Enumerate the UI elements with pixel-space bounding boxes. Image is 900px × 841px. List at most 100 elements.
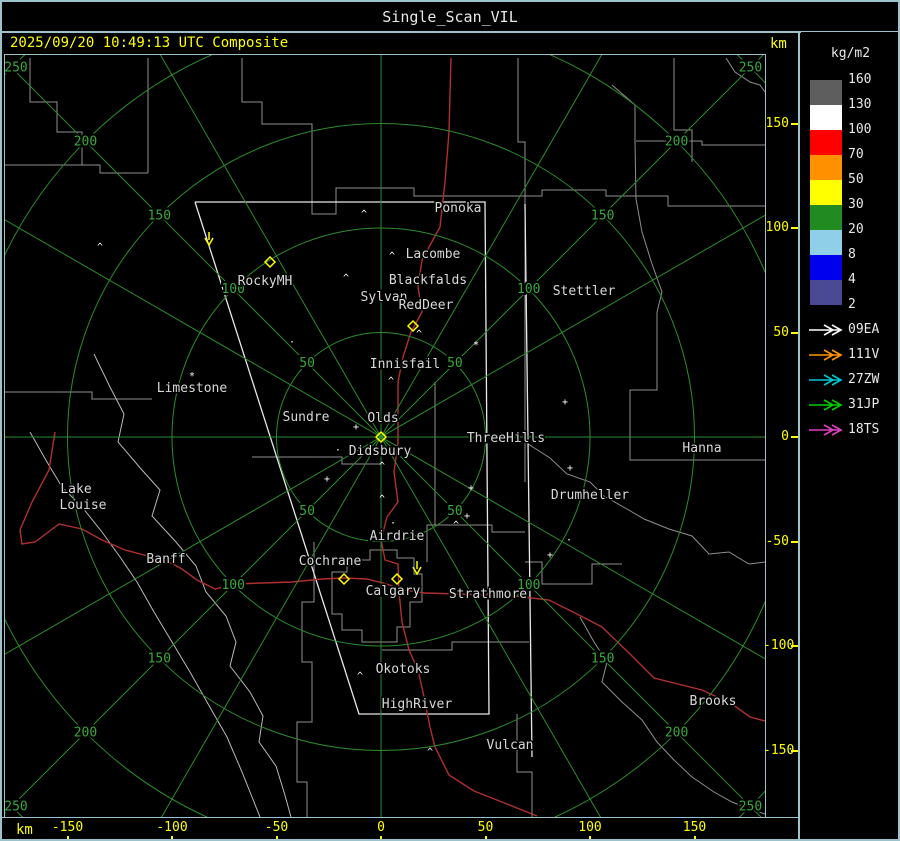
right-axis-tick <box>791 436 798 438</box>
town-marker: ^ <box>379 461 385 472</box>
legend-divider <box>798 31 800 839</box>
range-ring-label: 150 <box>591 652 614 667</box>
place-label: Blackfalds <box>389 273 467 288</box>
town-marker: + <box>547 550 553 561</box>
map-bottom-border <box>2 817 799 818</box>
right-axis-tick-label: 100 <box>765 220 789 235</box>
town-marker: ^ <box>427 747 433 758</box>
place-label: Lacombe <box>406 247 461 262</box>
bottom-axis-tick-label: -50 <box>264 820 289 835</box>
town-marker: ^ <box>453 520 459 531</box>
track-arrow-icon <box>809 399 843 411</box>
right-axis-tick <box>791 540 798 543</box>
range-ring-label: 50 <box>447 356 463 371</box>
bottom-axis-tick <box>275 836 278 839</box>
legend-threshold-label: 2 <box>848 297 856 312</box>
bottom-axis-tick <box>66 836 69 839</box>
place-label: Lake <box>60 482 91 497</box>
town-marker: + <box>324 474 330 485</box>
right-axis-tick-label: -150 <box>763 742 795 758</box>
range-ring-label: 250 <box>5 799 28 814</box>
county-boundary-line <box>516 714 533 817</box>
right-axis-tick-label: -100 <box>763 638 795 653</box>
radar-map-canvas[interactable]: 50 5050 50100 100100 100150 150150 150200 20020… <box>2 2 898 839</box>
place-label: ThreeHills <box>467 431 545 446</box>
place-label: Louise <box>60 498 107 513</box>
legend-color-swatch <box>810 80 842 105</box>
legend-threshold-label: 30 <box>848 197 864 212</box>
place-label: Hanna <box>682 441 721 456</box>
legend-unit-label: kg/m2 <box>830 46 871 61</box>
place-label: Sundre <box>283 410 330 425</box>
track-arrow-icon <box>809 374 843 386</box>
right-axis-tick <box>791 227 798 229</box>
legend-threshold-label: 70 <box>848 147 864 162</box>
legend-threshold-label: 50 <box>848 172 864 187</box>
right-axis-unit: km <box>770 36 787 52</box>
bottom-axis-tick <box>484 836 487 839</box>
bottom-axis-tick <box>380 836 382 839</box>
track-id-label: 18TS <box>848 422 880 437</box>
town-marker: ^ <box>343 273 349 284</box>
legend-color-swatch <box>810 280 842 305</box>
county-boundary-line <box>426 382 436 562</box>
legend-color-swatch <box>810 130 842 155</box>
town-marker: ^ <box>97 242 103 253</box>
town-marker: ^ <box>388 376 394 387</box>
range-ring-label: 100 <box>517 282 540 297</box>
county-boundary-line <box>517 58 526 482</box>
legend-threshold-label: 130 <box>848 97 872 112</box>
right-axis-tick <box>791 749 798 752</box>
bottom-axis-tick-label: -150 <box>51 820 84 835</box>
place-label: Banff <box>146 552 185 567</box>
place-label: Ponoka <box>435 201 482 216</box>
track-arrow-icon <box>809 349 843 361</box>
town-marker: + <box>567 463 573 474</box>
town-marker: ^ <box>357 671 363 682</box>
legend-threshold-label: 160 <box>848 72 872 87</box>
right-axis-tick-label: -50 <box>765 533 789 549</box>
town-marker: ^ <box>416 329 422 340</box>
place-label: Drumheller <box>551 488 629 503</box>
color-legend-panel: kg/m2 160 130 100 70 50 30 20 8 4 2 09EA 111V 27ZW 31… <box>801 32 898 839</box>
town-marker: · <box>289 337 295 348</box>
legend-color-swatch <box>810 230 842 255</box>
radar-app-window: Single_Scan_VIL 2025/09/20 10:49:13 UTC … <box>0 0 900 841</box>
scan-timestamp: 2025/09/20 10:49:13 UTC Composite <box>10 35 289 51</box>
bottom-axis-tick-label: 0 <box>377 820 385 835</box>
range-ring-label: 250 <box>5 61 28 76</box>
radar-map[interactable]: 50 50 50 50 100 100 100 100 150 150 150 150 200 200 20… <box>2 2 898 839</box>
range-ring-label: 100 <box>221 578 244 593</box>
town-marker: ^ <box>389 251 395 262</box>
bottom-axis-tick <box>693 836 696 839</box>
range-ring-label: 50 <box>299 504 315 519</box>
range-ring-label: 50 <box>299 356 315 371</box>
legend-color-swatch <box>810 180 842 205</box>
bottom-axis-tick-label: 100 <box>578 820 602 835</box>
legend-threshold-label: 100 <box>848 122 872 137</box>
bottom-axis-tick-label: -100 <box>156 820 188 835</box>
right-axis-tick-label: 150 <box>765 115 789 131</box>
legend-color-swatch <box>810 155 842 180</box>
right-axis-tick-label: 0 <box>781 429 789 444</box>
legend-threshold-label: 8 <box>848 247 856 262</box>
town-marker: ^ <box>361 209 367 220</box>
legend-threshold-label: 4 <box>848 272 856 287</box>
place-label: Okotoks <box>376 662 431 677</box>
town-marker: * <box>473 340 479 351</box>
range-ring-label: 200 <box>665 134 688 149</box>
right-axis-tick-label: 50 <box>773 324 789 340</box>
bottom-axis-unit: km <box>16 822 33 838</box>
range-ring-label: 150 <box>148 208 171 223</box>
highway-line <box>19 431 766 722</box>
range-ring-label: 150 <box>591 208 614 223</box>
track-id-label: 27ZW <box>848 372 880 387</box>
range-ring-label: 250 <box>739 61 762 76</box>
county-boundary-line <box>579 616 766 815</box>
bottom-axis-tick <box>589 836 591 839</box>
place-label: Cochrane <box>299 554 362 569</box>
bottom-axis-tick-label: 50 <box>477 820 494 835</box>
place-label: Vulcan <box>487 738 534 753</box>
town-marker: + <box>468 483 474 494</box>
bottom-axis-tick <box>171 836 173 839</box>
